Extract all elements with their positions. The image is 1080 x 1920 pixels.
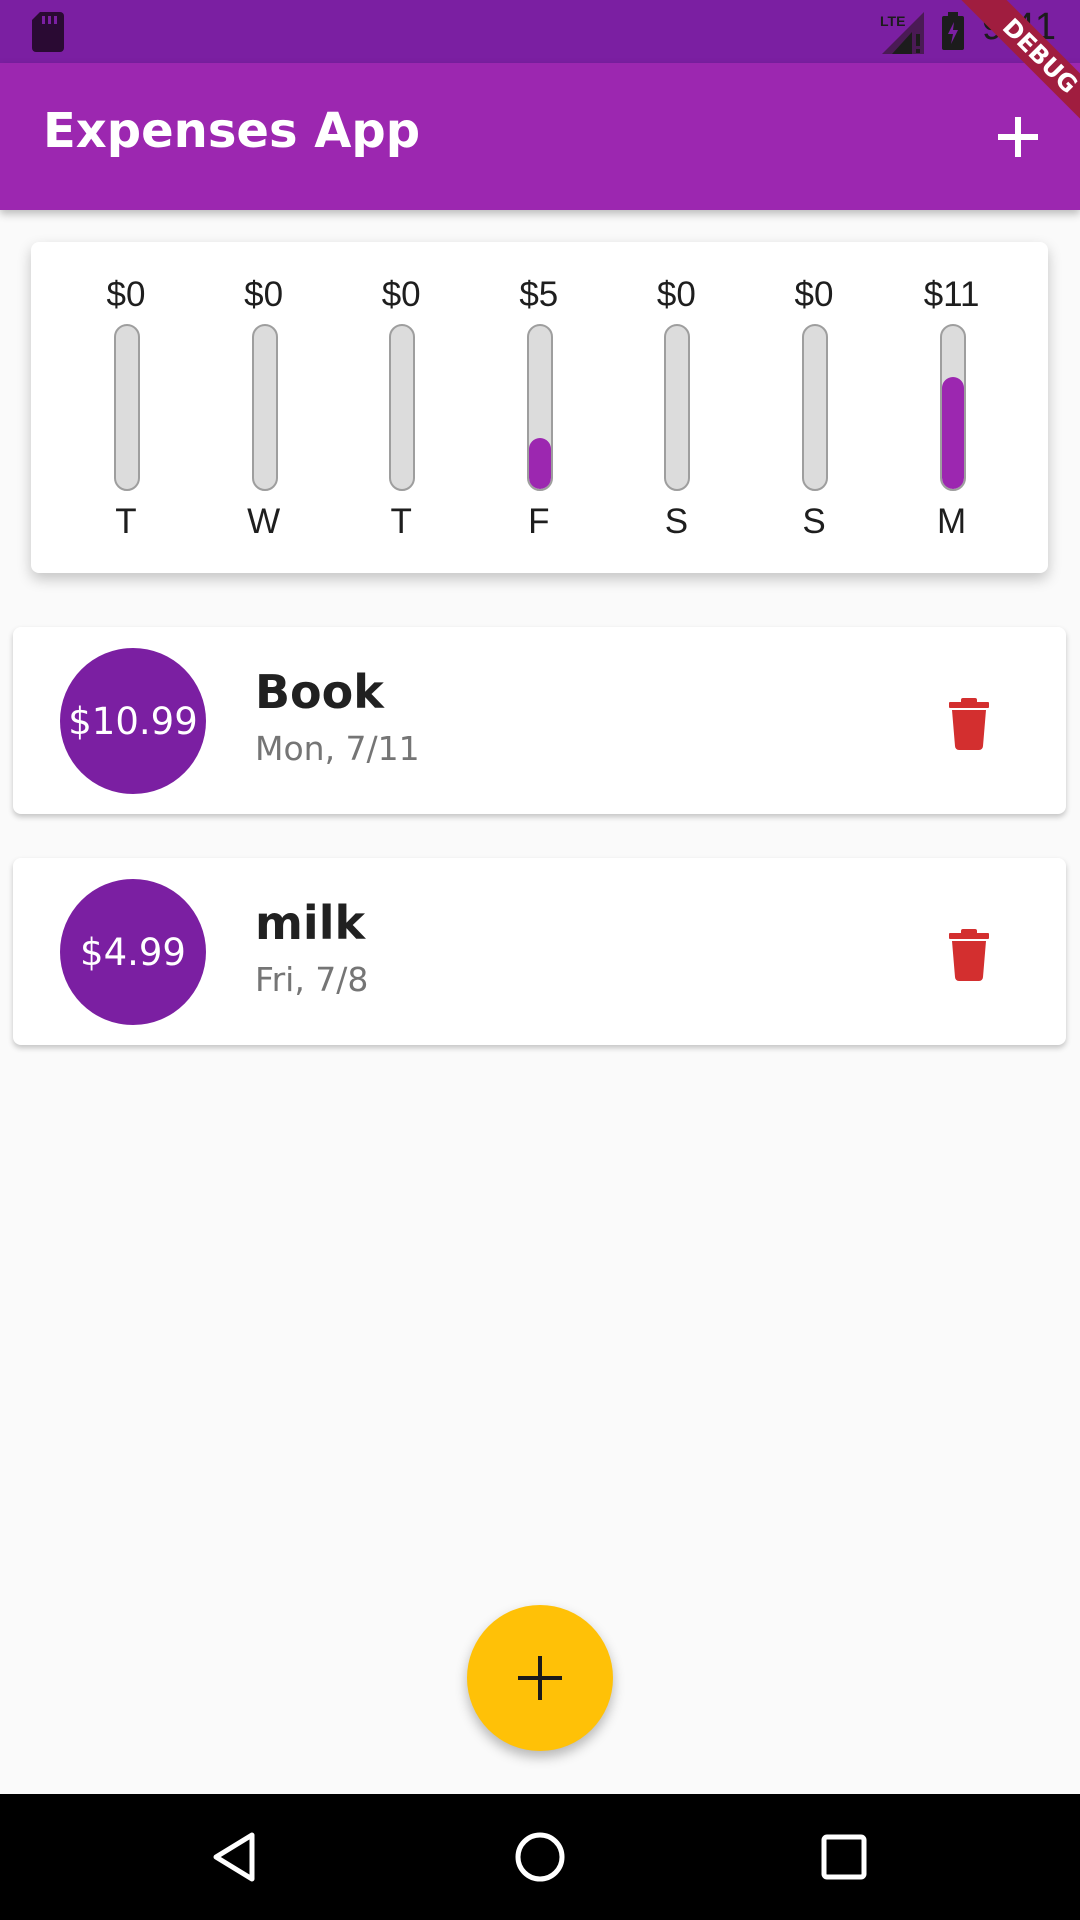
add-icon — [998, 117, 1038, 157]
lte-signal-icon: LTE — [880, 12, 924, 54]
recents-button[interactable] — [814, 1827, 874, 1887]
bar-track — [389, 324, 416, 491]
transaction-card: $10.99 Book Mon, 7/11 — [13, 627, 1066, 814]
app-bar: Expenses App — [0, 63, 1080, 210]
delete-button[interactable] — [939, 923, 999, 983]
bar-amount-label: $0 — [244, 275, 284, 314]
bar-day-label: S — [802, 502, 826, 541]
add-transaction-button[interactable] — [984, 103, 1052, 171]
chart-bar-column: $0 W — [214, 242, 314, 573]
transaction-card: $4.99 milk Fri, 7/8 — [13, 858, 1066, 1045]
bar-amount-label: $0 — [106, 275, 146, 314]
weekly-chart-card: $0 T $0 W $0 T $5 F $0 S $0 S $11 M — [31, 242, 1048, 573]
transaction-title: milk — [255, 896, 366, 950]
delete-button[interactable] — [939, 692, 999, 752]
battery-charging-icon — [942, 12, 964, 50]
bar-day-label: W — [247, 502, 281, 541]
chart-bar-column: $0 S — [764, 242, 864, 573]
chart-bar-column: $11 M — [902, 242, 1002, 573]
bar-day-label: T — [390, 502, 412, 541]
transaction-date: Fri, 7/8 — [255, 960, 369, 999]
network-label: LTE — [880, 13, 905, 29]
trash-icon — [949, 929, 989, 981]
app-title: Expenses App — [43, 103, 421, 159]
bar-track — [526, 324, 553, 491]
bar-track — [802, 324, 828, 491]
add-icon — [518, 1656, 562, 1700]
home-icon — [515, 1832, 565, 1882]
bar-amount-label: $0 — [794, 275, 834, 314]
bar-fill — [941, 376, 964, 489]
bar-day-label: F — [528, 502, 550, 541]
chart-bar-column: $0 T — [76, 242, 176, 573]
bar-track — [114, 324, 140, 491]
sd-card-icon — [32, 12, 64, 52]
bar-track — [939, 324, 966, 491]
fab-add-button[interactable] — [467, 1605, 613, 1751]
bar-amount-label: $0 — [381, 275, 421, 314]
trash-icon — [949, 698, 989, 750]
transaction-date: Mon, 7/11 — [255, 729, 420, 768]
recents-icon — [821, 1834, 867, 1880]
chart-bar-column: $0 T — [351, 242, 451, 573]
amount-avatar: $4.99 — [60, 879, 206, 1025]
bar-track — [664, 324, 691, 491]
bar-day-label: M — [937, 502, 967, 541]
status-bar: LTE 9:41 — [0, 0, 1080, 63]
amount-avatar: $10.99 — [60, 648, 206, 794]
bar-day-label: T — [115, 502, 137, 541]
bar-amount-label: $11 — [923, 275, 980, 314]
system-nav-bar — [0, 1794, 1080, 1920]
back-icon — [213, 1832, 255, 1882]
transaction-title: Book — [255, 665, 384, 719]
bar-amount-label: $5 — [519, 275, 559, 314]
back-button[interactable] — [206, 1827, 266, 1887]
home-button[interactable] — [510, 1827, 570, 1887]
status-time: 9:41 — [982, 6, 1056, 48]
chart-bar-column: $5 F — [489, 242, 589, 573]
chart-bar-column: $0 S — [626, 242, 726, 573]
bar-day-label: S — [664, 502, 689, 541]
bar-fill — [528, 438, 551, 489]
bar-track — [251, 324, 278, 491]
bar-amount-label: $0 — [656, 275, 696, 314]
